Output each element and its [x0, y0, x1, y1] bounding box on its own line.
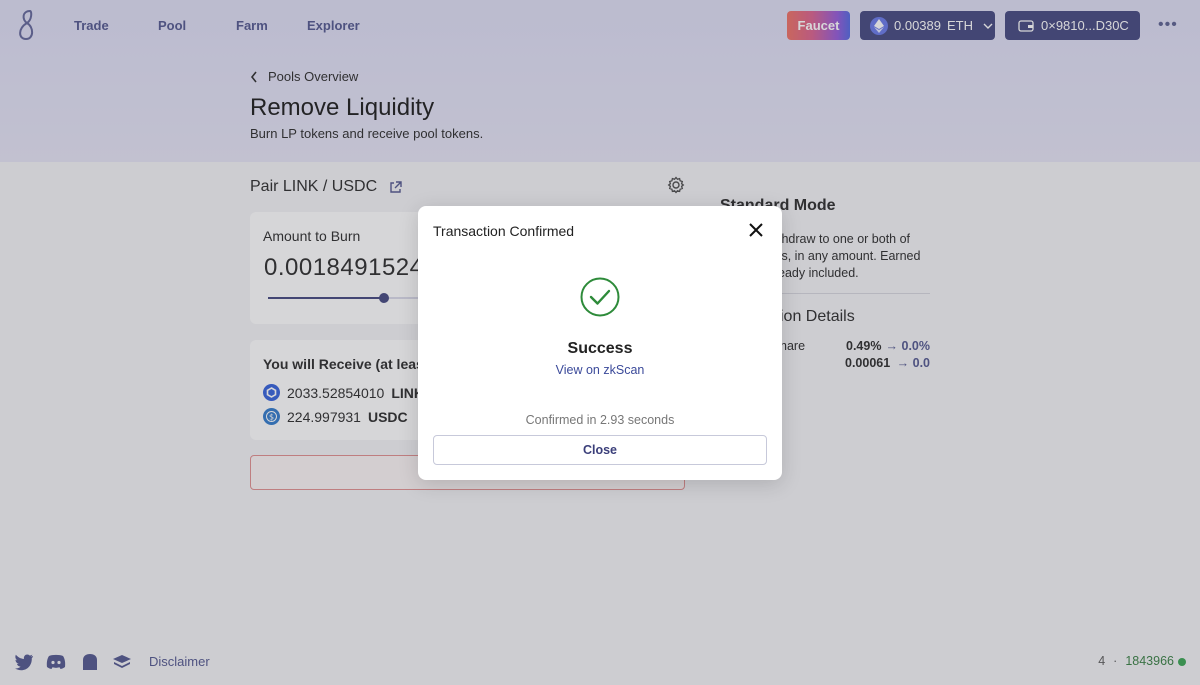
modal-title: Transaction Confirmed — [433, 223, 575, 239]
confirmation-time: Confirmed in 2.93 seconds — [525, 413, 675, 427]
transaction-confirmed-modal: Transaction Confirmed Success View on zk… — [418, 206, 782, 480]
view-on-zkscan-link[interactable]: View on zkScan — [418, 363, 782, 377]
close-button[interactable]: Close — [433, 435, 767, 465]
close-icon[interactable] — [748, 222, 764, 238]
success-status: Success — [567, 340, 633, 357]
success-check-icon — [580, 277, 620, 317]
